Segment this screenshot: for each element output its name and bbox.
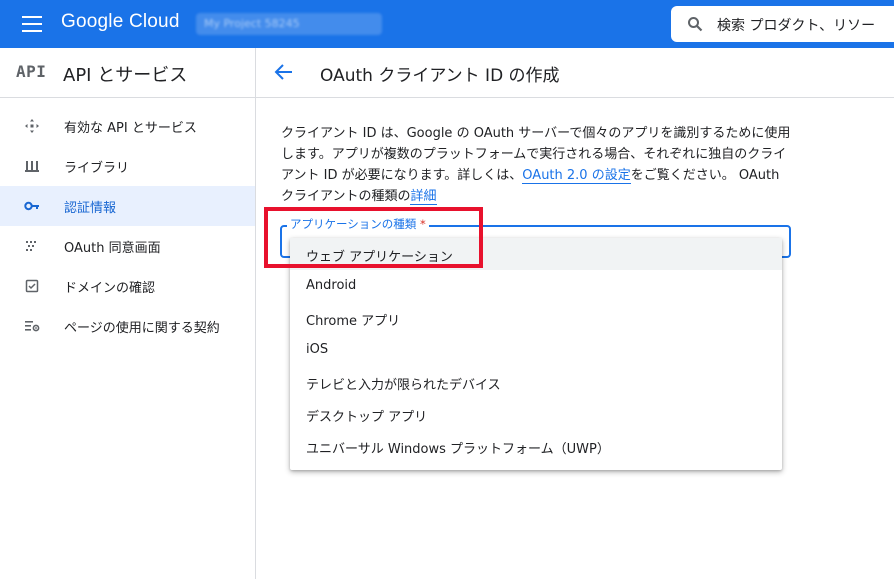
option-label: iOS: [306, 342, 329, 357]
option-label: ウェブ アプリケーション: [306, 250, 453, 265]
oauth-settings-link[interactable]: OAuth 2.0 の設定: [522, 168, 631, 184]
option-web-application[interactable]: ウェブ アプリケーション: [290, 238, 782, 270]
key-icon: [24, 201, 39, 211]
api-logo: API: [16, 62, 47, 81]
sidebar-title: API とサービス: [63, 65, 188, 86]
apis-icon: [25, 119, 39, 133]
sidebar-item-credentials[interactable]: 認証情報: [0, 186, 255, 226]
option-label: Chrome アプリ: [306, 314, 401, 329]
search-icon: [688, 17, 703, 32]
option-label: テレビと入力が限られたデバイス: [306, 378, 501, 393]
menu-icon[interactable]: [22, 16, 42, 32]
option-label: ユニバーサル Windows プラットフォーム（UWP）: [306, 442, 610, 457]
required-mark: *: [419, 217, 426, 231]
back-arrow-icon[interactable]: [274, 63, 294, 81]
select-label-text: アプリケーションの種類: [290, 217, 417, 231]
consent-icon: [26, 241, 36, 251]
content-header: OAuth クライアント ID の作成: [256, 48, 894, 98]
library-icon: [25, 161, 39, 172]
option-chrome-app[interactable]: Chrome アプリ: [290, 302, 782, 334]
brand-logo[interactable]: Google Cloud: [61, 11, 180, 33]
sidebar-item-label: ページの使用に関する契約: [64, 321, 220, 336]
sidebar-item-oauth-consent[interactable]: OAuth 同意画面: [0, 226, 255, 266]
sidebar-item-label: ドメインの確認: [64, 281, 156, 296]
option-desktop-app[interactable]: デスクトップ アプリ: [290, 398, 782, 430]
top-app-bar: Google Cloud My Project 58245 検索 プロダクト、リ…: [0, 0, 894, 48]
application-type-label: アプリケーションの種類 *: [287, 216, 429, 232]
search-placeholder: 検索 プロダクト、リソー: [717, 18, 876, 34]
sidebar-item-label: 認証情報: [64, 201, 117, 216]
option-tv-limited-input[interactable]: テレビと入力が限られたデバイス: [290, 366, 782, 398]
option-label: Android: [306, 278, 357, 293]
option-uwp[interactable]: ユニバーサル Windows プラットフォーム（UWP）: [290, 430, 782, 462]
application-type-dropdown: ウェブ アプリケーション Android Chrome アプリ iOS テレビと…: [290, 238, 782, 470]
sidebar-item-label: OAuth 同意画面: [64, 241, 161, 256]
sidebar-item-library[interactable]: ライブラリ: [0, 146, 255, 186]
sidebar-item-enabled-apis[interactable]: 有効な API とサービス: [0, 106, 255, 146]
sidebar-item-page-usage-agreements[interactable]: ページの使用に関する契約: [0, 306, 255, 346]
page-title: OAuth クライアント ID の作成: [320, 66, 560, 86]
description-text: クライアント ID は、Google の OAuth サーバーで個々のアプリを識…: [281, 123, 793, 207]
project-selector[interactable]: My Project 58245: [196, 13, 382, 35]
details-link[interactable]: 詳細: [410, 189, 437, 205]
sidebar: API API とサービス 有効な API とサービス ライブラリ 認証情報 O…: [0, 48, 256, 579]
option-label: デスクトップ アプリ: [306, 410, 428, 425]
sidebar-item-label: 有効な API とサービス: [64, 121, 197, 136]
domain-check-icon: [25, 279, 39, 293]
sidebar-item-domain-verification[interactable]: ドメインの確認: [0, 266, 255, 306]
search-bar[interactable]: 検索 プロダクト、リソー: [671, 6, 894, 42]
sidebar-item-label: ライブラリ: [64, 161, 130, 176]
option-android[interactable]: Android: [290, 270, 782, 302]
settings-list-icon: [25, 321, 40, 332]
option-ios[interactable]: iOS: [290, 334, 782, 366]
sidebar-header: API API とサービス: [0, 48, 255, 98]
